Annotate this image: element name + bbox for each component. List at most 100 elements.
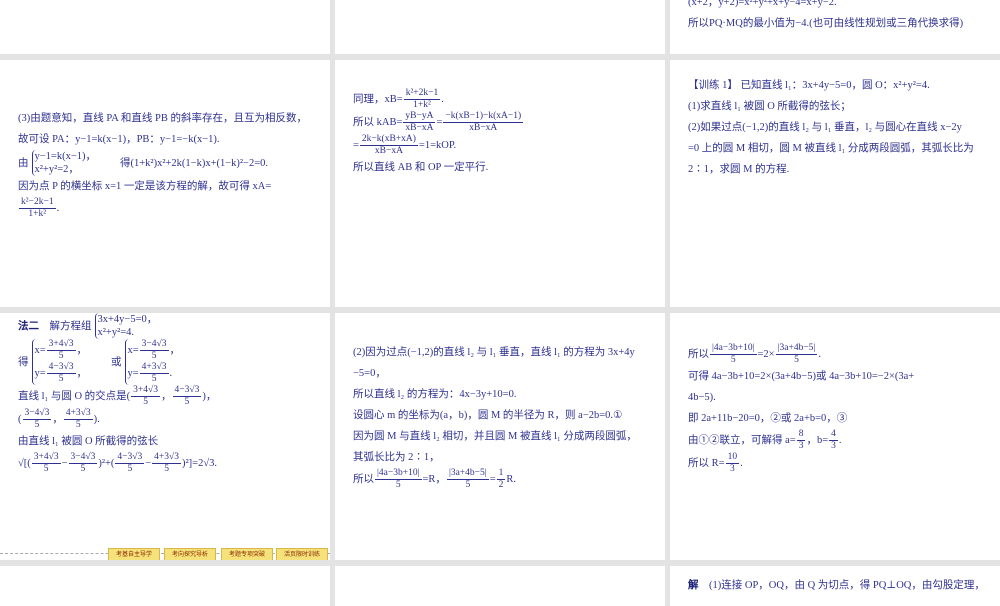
system-row: 3x+4y−5=0， [98,313,158,326]
text-run: 可得 4a−3b+10=2×(3a+4b−5)或 4a−3b+10=−2×(3a… [688,371,915,382]
slide-thumbnail[interactable] [0,0,330,54]
fraction: 10 3 [725,452,740,475]
slide-thumbnail[interactable]: (3)由题意知，直线 PA 和直线 PB 的斜率存在，且互为相反数， 故可设 PA… [0,60,330,307]
text-run: )²+( [98,458,115,469]
denominator: xB−xA [374,146,403,156]
denominator: 2 [498,480,504,490]
text-run: − [145,458,152,469]
text-run: ， [76,345,88,356]
text-line: = 2k−k(xB+xA) xB−xA =1=kOP. [353,134,655,157]
slide-thumbnail[interactable]: (x+2，y+2)=x²+y²+x+y−4=x+y−2. 所以PQ·MQ的最小值为… [670,0,1000,54]
numerator: 3−4√3 [139,339,169,351]
text-run: 得(1+k²)x²+2k(1−k)x+(1−k)²−2=0. [99,157,269,169]
text-run: . [56,203,60,214]
text-run: . [169,368,173,379]
system-row: x²+y²=2， [35,163,97,176]
text-line: 由 y−1=k(x−1)， x²+y²=2， 得(1+k²)x²+2k(1−k)x+… [18,150,320,176]
denominator: 5 [34,420,40,430]
fraction: 3+4√3 5 [46,339,76,362]
slide-thumbnail[interactable] [0,566,330,606]
text-run: 4b−5). [688,392,716,403]
text-line: (2)因为过点(−1,2)的直线 l₂ 与 l₁ 垂直，直线 l₁ 的方程为 3… [353,342,655,363]
fraction: 3−4√3 5 [22,408,52,431]
numerator: 4+3√3 [152,452,181,464]
text-run: =2× [757,349,775,360]
slide-content: 解 (1)连接 OP，OQ，由 Q 为切点，得 PQ⊥OQ，由勾股定理， [688,575,990,596]
system-row: y= 4+3√3 5. [128,362,181,385]
text-run: 2∶1，求圆 M 的方程. [688,164,790,175]
text-line: 直线 l₁ 与圆 O 的交点是(3+4√3 5， 4−3√3 5)， [18,385,320,408]
numerator: 1 [496,468,506,480]
nav-button-3[interactable]: 考题专项突破 [221,548,273,560]
fraction: k²−2k−1 1+k² [19,197,56,220]
text-line: 2∶1，求圆 M 的方程. [688,159,990,180]
denominator: 1+k² [28,209,47,219]
text-line: (2)如果过点(−1,2)的直线 l₂ 与 l₁ 垂直，l₂ 与圆心在直线 x−… [688,117,990,138]
text-run: ). [93,414,100,425]
text-run: 直线 l₁ 与圆 O 的交点是( [18,391,131,402]
text-run: . [838,435,842,446]
text-run: ， [161,391,172,402]
fraction: 12 [496,468,506,491]
slide-content: 【训练 1】 已知直线 l₁：3x+4y−5=0，圆 O：x²+y²=4. (1)… [688,75,990,180]
slide-content: 同理，xB= k²+2k−1 1+k². 所以 kAB= yB−yA xB−xA = −k(x… [353,88,655,178]
denominator: 5 [43,464,49,474]
text-line: 可得 4a−3b+10=2×(3a+4b−5)或 4a−3b+10=−2×(3a… [688,366,990,387]
text-run: 同理，xB= [353,94,403,105]
text-line: 所以 |4a−3b+10| 5 =2× |3a+4b−5| 5. [688,343,990,366]
text-run: ， [76,368,88,379]
slide-thumbnail[interactable]: 法二 解方程组 3x+4y−5=0， x²+y²=4. 得 x= 3+4√3 5， y= 4−3… [0,313,330,560]
fraction: yB−yA xB−xA [403,111,436,134]
text-run: 得 [18,356,29,368]
text-run: 由直线 l₁ 被圆 O 所截得的弦长 [18,436,159,447]
text-line: −5=0， [353,363,655,384]
text-run: 3x+4y−5=0， [97,314,158,325]
text-line: 因为点 P 的横坐标 x=1 一定是该方程的解，故可得 xA= [18,176,320,197]
nav-button-2[interactable]: 考向探究导析 [164,548,216,560]
text-line: 所以 R= 10 3. [688,452,990,475]
text-run: (1)连接 OP，OQ，由 Q 为切点，得 PQ⊥OQ，由勾股定理， [698,580,985,591]
text-run: 即 2a+11b−20=0，②或 2a+b=0，③ [688,413,848,424]
numerator: 4+3√3 [63,408,93,420]
slide-thumbnail[interactable]: 【训练 1】 已知直线 l₁：3x+4y−5=0，圆 O：x²+y²=4. (1)… [670,60,1000,307]
text-line: (x+2，y+2)=x²+y²+x+y−4=x+y−2. [688,0,990,13]
slide-thumbnail[interactable] [335,0,665,54]
slide-thumbnail[interactable]: 同理，xB= k²+2k−1 1+k². 所以 kAB= yB−yA xB−xA = −k(x… [335,60,665,307]
system-row: x= 3+4√3 5， [35,339,88,362]
text-run: )， [202,391,217,402]
text-run: −5=0， [353,368,386,379]
text-run: . [818,349,821,360]
denominator: 5 [465,480,471,490]
fraction: 4−3√3 5 [115,452,145,475]
fraction: |4a−3b+10| 5 [375,468,422,491]
text-run: = [353,140,359,151]
slide-thumbnail[interactable]: (2)因为过点(−1,2)的直线 l₂ 与 l₁ 垂直，直线 l₁ 的方程为 3… [335,313,665,560]
fraction: 3−4√3 5 [139,339,169,362]
text-line: 所以 kAB= yB−yA xB−xA = −k(xB−1)−k(xA−1) xB−xA [353,111,655,134]
numerator: 4−3√3 [172,385,202,397]
text-run: y= [127,368,139,379]
numerator: |3a+4b−5| [446,468,489,480]
denominator: 5 [794,355,799,365]
equation-system: x= 3+4√3 5， y= 4−3√3 5， [31,339,88,385]
slide-content: (x+2，y+2)=x²+y²+x+y−4=x+y−2. 所以PQ·MQ的最小值为… [688,0,990,34]
numerator: k²+2k−1 [403,88,441,100]
slide-thumbnail[interactable] [335,566,665,606]
text-run: − [61,458,68,469]
denominator: 5 [164,464,169,474]
text-run: 因为圆 M 与直线 l₂ 相切，并且圆 M 被直线 l₁ 分成两段圆弧， [353,431,637,442]
text-line: 由直线 l₁ 被圆 O 所截得的弦长 [18,431,320,452]
nav-button-1[interactable]: 考基自主导学 [108,548,160,560]
numerator: 4−3√3 [46,362,76,374]
text-line: (1)求直线 l₁ 被圆 O 所截得的弦长； [688,96,990,117]
system-row: x= 3−4√3 5， [128,339,181,362]
slide-thumbnail[interactable]: 所以 |4a−3b+10| 5 =2× |3a+4b−5| 5. 可得 4a−3b+10=2… [670,313,1000,560]
numerator: 10 [725,452,740,464]
fraction: 4−3√3 5 [172,385,202,408]
numerator: 3+4√3 [131,385,160,397]
text-line: √[(3+4√3 5−3−4√3 5)²+(4−3√3 5−4+3√3 5)²]=2√3… [18,452,320,475]
nav-button-4[interactable]: 活页限时训练 [276,548,328,560]
slide-thumbnail[interactable]: 解 (1)连接 OP，OQ，由 Q 为切点，得 PQ⊥OQ，由勾股定理， [670,566,1000,606]
text-run: =1=kOP. [418,140,457,151]
system-row: y= 4−3√3 5， [35,362,88,385]
